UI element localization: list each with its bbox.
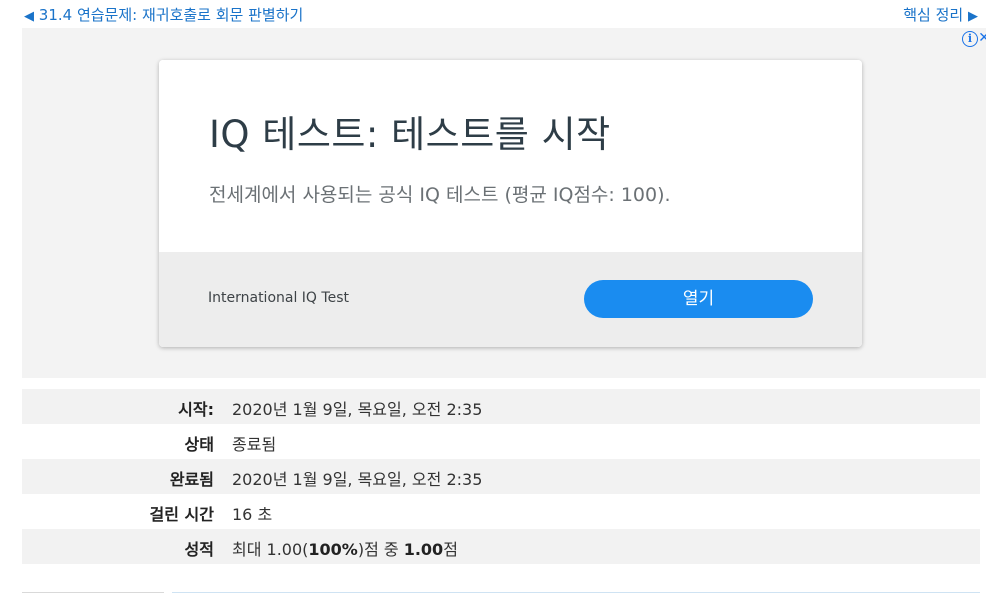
- state-value: 종료됨: [232, 435, 277, 454]
- left-triangle-icon: ◀: [24, 9, 34, 24]
- completed-label: 완료됨: [169, 470, 214, 489]
- started-label: 시작:: [178, 400, 214, 419]
- next-page-label: 핵심 정리: [903, 6, 964, 24]
- ad-card-header: IQ 테스트: 테스트를 시작 전세계에서 사용되는 공식 IQ 테스트 (평균…: [159, 60, 862, 252]
- ad-description: 전세계에서 사용되는 공식 IQ 테스트 (평균 IQ점수: 100).: [209, 184, 671, 206]
- grade-score: 1.00: [403, 540, 444, 559]
- previous-page-link[interactable]: ◀ 31.4 연습문제: 재귀호출로 회문 판별하기: [24, 4, 303, 25]
- grade-text-suffix: 점: [443, 540, 458, 559]
- time-taken-value: 16 초: [232, 505, 273, 524]
- ad-open-button[interactable]: 열기: [584, 280, 813, 318]
- next-page-link[interactable]: 핵심 정리 ▶: [903, 4, 978, 25]
- info-icon[interactable]: i: [962, 31, 978, 47]
- quiz-summary-table: 시작: 2020년 1월 9일, 목요일, 오전 2:35 상태 종료됨 완료됨…: [22, 389, 980, 564]
- ad-card[interactable]: IQ 테스트: 테스트를 시작 전세계에서 사용되는 공식 IQ 테스트 (평균…: [159, 60, 862, 347]
- state-label: 상태: [184, 435, 214, 454]
- top-navigation: ◀ 31.4 연습문제: 재귀호출로 회문 판별하기 핵심 정리 ▶: [0, 0, 986, 28]
- grade-label: 성적: [184, 540, 214, 559]
- grade-text-middle: )점 중: [357, 540, 404, 559]
- ad-card-footer: International IQ Test 열기: [159, 252, 862, 347]
- previous-page-label: 31.4 연습문제: 재귀호출로 회문 판별하기: [38, 6, 304, 24]
- started-value: 2020년 1월 9일, 목요일, 오전 2:35: [232, 400, 483, 419]
- time-taken-label: 걸린 시간: [149, 505, 214, 524]
- summary-row-state: 상태 종료됨: [22, 424, 980, 459]
- grade-percent: 100%: [308, 540, 358, 559]
- ad-advertiser-name: International IQ Test: [208, 290, 349, 306]
- grade-text-prefix: 최대 1.00(: [232, 540, 309, 559]
- close-icon[interactable]: ✕: [978, 30, 986, 46]
- summary-row-time-taken: 걸린 시간 16 초: [22, 494, 980, 529]
- summary-row-started: 시작: 2020년 1월 9일, 목요일, 오전 2:35: [22, 389, 980, 424]
- advertisement-area: i ✕ IQ 테스트: 테스트를 시작 전세계에서 사용되는 공식 IQ 테스트…: [22, 28, 986, 378]
- completed-value: 2020년 1월 9일, 목요일, 오전 2:35: [232, 470, 483, 489]
- right-triangle-icon: ▶: [968, 9, 978, 24]
- summary-row-grade: 성적 최대 1.00(100%)점 중 1.00점: [22, 529, 980, 564]
- summary-row-completed: 완료됨 2020년 1월 9일, 목요일, 오전 2:35: [22, 459, 980, 494]
- ad-title[interactable]: IQ 테스트: 테스트를 시작: [209, 104, 611, 158]
- grade-value: 최대 1.00(100%)점 중 1.00점: [232, 536, 458, 560]
